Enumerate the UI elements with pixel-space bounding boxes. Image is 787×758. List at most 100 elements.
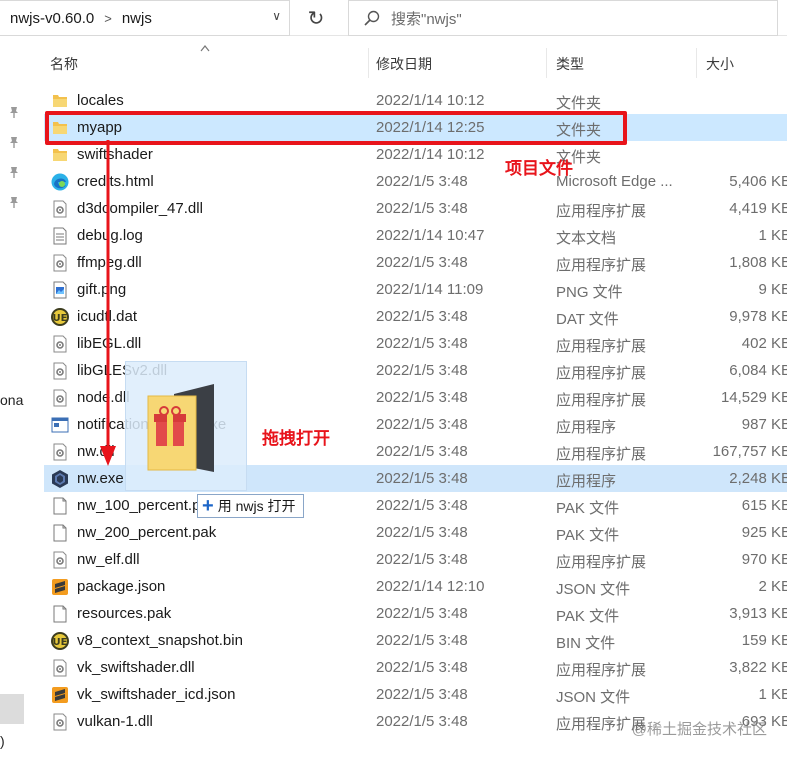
breadcrumb-separator[interactable]: > (104, 11, 112, 26)
file-type: PNG 文件 (556, 284, 623, 301)
sort-ascending-icon (200, 45, 210, 52)
column-header-date[interactable]: 修改日期 (376, 54, 432, 74)
blank-file-icon (50, 604, 70, 624)
file-size: 5,406 KB (729, 173, 787, 190)
file-date-modified: 2022/1/5 3:48 (376, 632, 468, 649)
chevron-down-icon[interactable]: ∨ (272, 9, 281, 23)
column-divider[interactable] (546, 48, 547, 78)
drop-tooltip: + 用 nwjs 打开 (197, 494, 305, 518)
folder-icon (50, 91, 70, 111)
file-name: vk_swiftshader.dll (77, 659, 195, 676)
file-type: 应用程序 (556, 473, 617, 490)
file-row[interactable]: locales 2022/1/14 10:12 文件夹 (44, 87, 787, 114)
column-header-name[interactable]: 名称 (50, 54, 78, 74)
tooltip-text: 用 nwjs 打开 (217, 498, 296, 514)
nav-item-selected[interactable] (0, 694, 24, 724)
file-date-modified: 2022/1/5 3:48 (376, 497, 468, 514)
file-row[interactable]: libEGL.dll2022/1/5 3:48应用程序扩展402 KB (44, 330, 787, 357)
file-size: 615 KB (741, 497, 787, 514)
file-type: 文件夹 (556, 95, 602, 112)
file-date-modified: 2022/1/5 3:48 (376, 362, 468, 379)
file-name: d3dcompiler_47.dll (77, 200, 203, 217)
dll-icon (50, 658, 70, 678)
file-type: 应用程序扩展 (556, 203, 647, 220)
column-divider[interactable] (368, 48, 369, 78)
nw-app-icon (50, 469, 70, 489)
file-row[interactable]: nw_200_percent.pak 2022/1/5 3:48 PAK 文件 925… (44, 519, 787, 546)
file-type: Microsoft Edge ... (556, 173, 673, 190)
file-row[interactable]: debug.log 2022/1/14 10:47 文本文档 1 KB (44, 222, 787, 249)
file-type: PAK 文件 (556, 500, 620, 517)
file-date-modified: 2022/1/5 3:48 (376, 686, 468, 703)
file-row[interactable]: gift.png 2022/1/14 11:09 PNG 文件 9 KB (44, 276, 787, 303)
file-date-modified: 2022/1/14 10:12 (376, 146, 485, 163)
dll-icon (50, 361, 70, 381)
file-row[interactable]: UE v8_context_snapshot.bin 2022/1/5 3:48 BI… (44, 627, 787, 654)
column-divider[interactable] (696, 48, 697, 78)
pin-icon[interactable] (7, 135, 21, 149)
sublime-icon (50, 577, 70, 597)
file-date-modified: 2022/1/5 3:48 (376, 308, 468, 325)
file-size: 14,529 KB (720, 389, 787, 406)
file-type: 应用程序扩展 (556, 662, 647, 679)
address-bar[interactable]: nwjs-v0.60.0 > nwjs ∨ (0, 0, 290, 36)
exe-window-icon (50, 415, 70, 435)
dll-icon (50, 712, 70, 732)
pin-icon[interactable] (7, 195, 21, 209)
folder-gift-icon (147, 384, 214, 472)
refresh-button[interactable]: ↻ (298, 0, 334, 36)
breadcrumb-nwjs[interactable]: nwjs (122, 10, 152, 27)
file-date-modified: 2022/1/5 3:48 (376, 605, 468, 622)
file-row[interactable]: swiftshader 2022/1/14 10:12 文件夹 (44, 141, 787, 168)
file-size: 3,913 KB (729, 605, 787, 622)
file-date-modified: 2022/1/14 12:10 (376, 578, 485, 595)
dll-icon (50, 442, 70, 462)
file-size: 9 KB (758, 281, 787, 298)
navigation-pane: ona ) (0, 37, 28, 758)
file-name: locales (77, 92, 124, 109)
file-name: nw_elf.dll (77, 551, 140, 568)
file-row[interactable]: vk_swiftshader.dll 2022/1/5 3:48 应用程序扩展 3,8… (44, 654, 787, 681)
file-row[interactable]: package.json 2022/1/14 12:10 JSON 文件 2 KB (44, 573, 787, 600)
file-size: 402 KB (741, 335, 787, 352)
drag-arrow (100, 140, 116, 466)
file-date-modified: 2022/1/5 3:48 (376, 335, 468, 352)
dll-icon (50, 388, 70, 408)
file-name: nw.exe (77, 470, 124, 487)
pin-icon[interactable] (7, 165, 21, 179)
file-row[interactable]: credits.html 2022/1/5 3:48 Microsoft Edge … (44, 168, 787, 195)
column-header-size[interactable]: 大小 (706, 54, 734, 74)
nav-item-label[interactable]: ona (0, 392, 23, 408)
file-size: 970 KB (741, 551, 787, 568)
file-type: 应用程序扩展 (556, 392, 647, 409)
file-row[interactable]: ffmpeg.dll2022/1/5 3:48应用程序扩展1,808 KB (44, 249, 787, 276)
file-row[interactable]: nw_100_percent.pak 2022/1/5 3:48 PAK 文件 615… (44, 492, 787, 519)
file-date-modified: 2022/1/14 11:09 (376, 281, 484, 298)
file-date-modified: 2022/1/5 3:48 (376, 659, 468, 676)
file-type: 应用程序 (556, 419, 617, 436)
file-size: 159 KB (741, 632, 787, 649)
sublime-icon (50, 685, 70, 705)
file-row[interactable]: d3dcompiler_47.dll 2022/1/5 3:48 应用程序扩展 4,4… (44, 195, 787, 222)
file-type: 文本文档 (556, 230, 617, 247)
file-date-modified: 2022/1/5 3:48 (376, 524, 468, 541)
file-row[interactable]: resources.pak 2022/1/5 3:48 PAK 文件 3,913 KB (44, 600, 787, 627)
column-header-type[interactable]: 类型 (556, 54, 584, 74)
file-type: 应用程序扩展 (556, 257, 647, 274)
file-size: 2 KB (758, 578, 787, 595)
file-date-modified: 2022/1/5 3:48 (376, 389, 468, 406)
highlight-box (45, 111, 627, 145)
pin-icon[interactable] (7, 105, 21, 119)
breadcrumb-nwjs-v0.60.0[interactable]: nwjs-v0.60.0 (10, 10, 94, 27)
file-row[interactable]: nw_elf.dll 2022/1/5 3:48 应用程序扩展 970 KB (44, 546, 787, 573)
file-date-modified: 2022/1/5 3:48 (376, 713, 468, 730)
file-type: PAK 文件 (556, 527, 620, 544)
search-placeholder: 搜索"nwjs" (391, 10, 462, 28)
plus-icon: + (202, 495, 214, 517)
file-row[interactable]: UEicudtl.dat2022/1/5 3:48DAT 文件9,978 KB (44, 303, 787, 330)
nav-item-label[interactable]: ) (0, 733, 5, 749)
search-input[interactable]: 搜索"nwjs" (348, 0, 778, 36)
file-row[interactable]: vk_swiftshader_icd.json 2022/1/5 3:48 JSON… (44, 681, 787, 708)
text-file-icon (50, 226, 70, 246)
file-name: v8_context_snapshot.bin (77, 632, 243, 649)
